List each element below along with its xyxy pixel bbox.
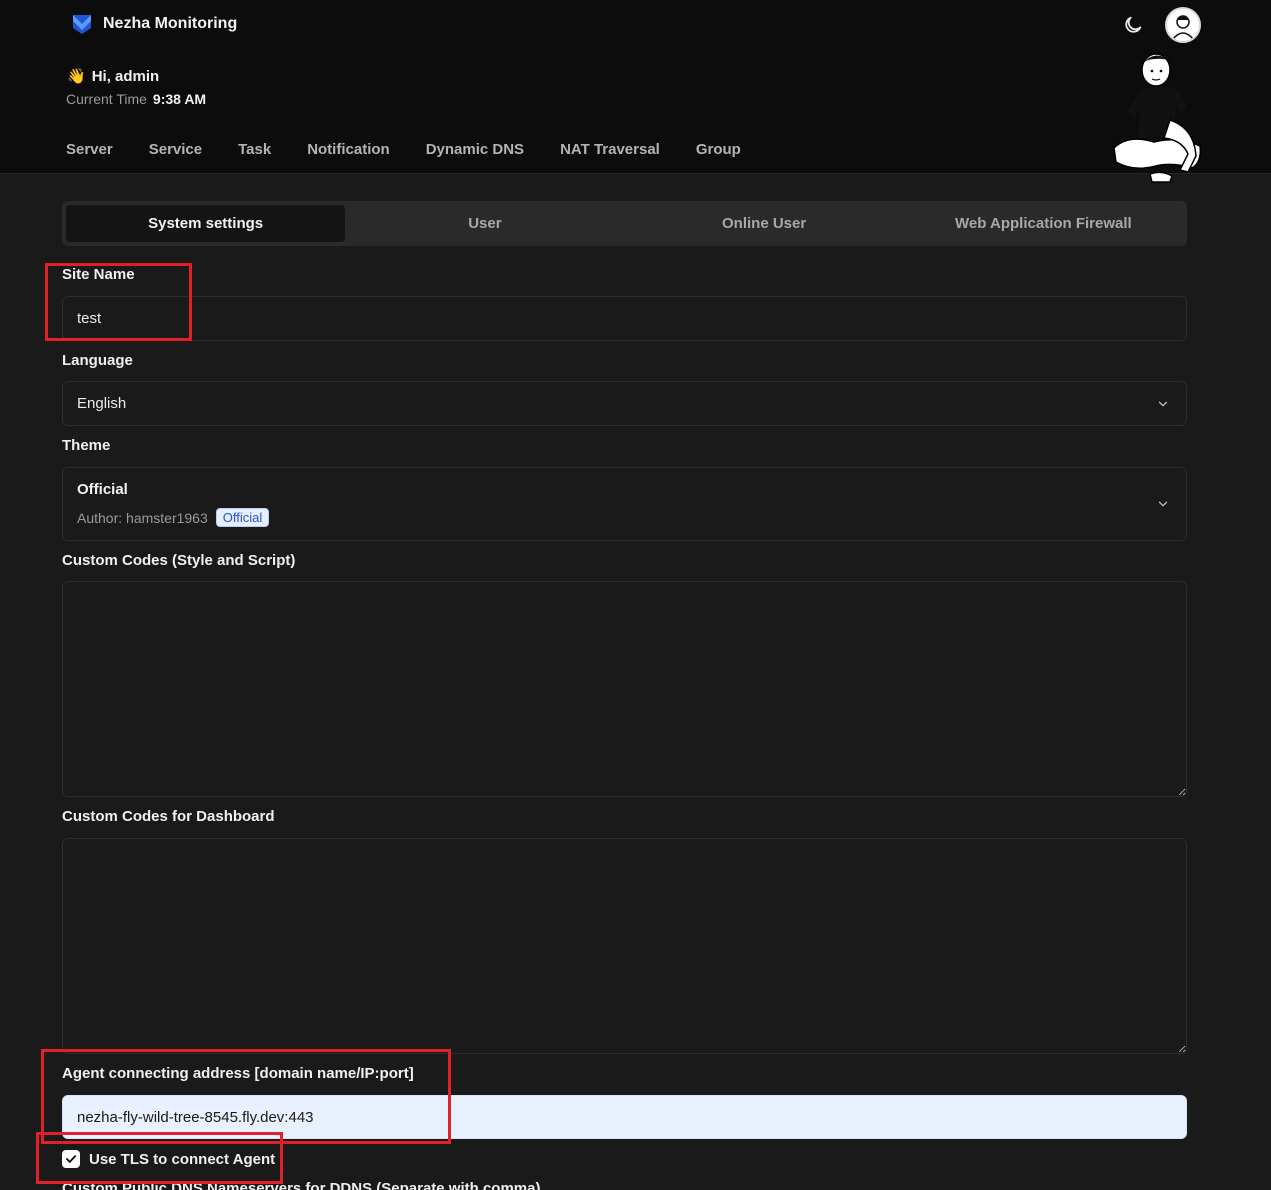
- nav-nat-traversal[interactable]: NAT Traversal: [560, 141, 660, 158]
- tls-checkbox[interactable]: [62, 1150, 80, 1168]
- brand-name: Nezha Monitoring: [103, 15, 238, 32]
- nav-service[interactable]: Service: [149, 141, 202, 158]
- greeting-text: Hi, admin: [91, 67, 160, 85]
- site-name-input[interactable]: test: [62, 296, 1187, 341]
- nav-dynamic-dns[interactable]: Dynamic DNS: [426, 141, 524, 158]
- dashboard-codes-textarea[interactable]: [62, 838, 1187, 1054]
- chevron-down-icon: [1158, 501, 1168, 507]
- time-label: Current Time: [66, 91, 147, 107]
- theme-select[interactable]: Official Author: hamster1963 Official: [62, 467, 1187, 541]
- agent-address-input[interactable]: nezha-fly-wild-tree-8545.fly.dev:443: [62, 1095, 1187, 1139]
- nav-task[interactable]: Task: [238, 141, 271, 158]
- theme-label: Theme: [62, 437, 111, 454]
- nav-notification[interactable]: Notification: [307, 141, 390, 158]
- greeting: 👋 Hi, admin: [67, 67, 160, 86]
- main-nav: Server Service Task Notification Dynamic…: [66, 141, 741, 158]
- language-select[interactable]: English: [62, 381, 1187, 426]
- tab-online-user[interactable]: Online User: [625, 205, 904, 242]
- agent-address-value: nezha-fly-wild-tree-8545.fly.dev:443: [77, 1108, 314, 1126]
- custom-codes-label: Custom Codes (Style and Script): [62, 552, 296, 569]
- theme-author-row: Author: hamster1963 Official: [77, 508, 270, 527]
- dashboard-codes-label: Custom Codes for Dashboard: [62, 808, 275, 825]
- tab-system-settings[interactable]: System settings: [66, 205, 346, 242]
- theme-name: Official: [77, 481, 128, 498]
- tls-option[interactable]: Use TLS to connect Agent: [62, 1150, 275, 1168]
- custom-codes-textarea[interactable]: [62, 581, 1187, 797]
- top-header: Nezha Monitoring 👋 Hi, admin Current Tim…: [0, 0, 1271, 183]
- chevron-down-icon: [1158, 401, 1168, 406]
- time-value: 9:38 AM: [152, 91, 207, 107]
- nav-group[interactable]: Group: [696, 141, 741, 158]
- official-badge: Official: [215, 508, 270, 527]
- settings-tabs: System settings User Online User Web App…: [62, 201, 1187, 246]
- person-sitting-illustration: [1113, 53, 1202, 183]
- user-avatar[interactable]: [1165, 7, 1201, 43]
- theme-author: Author: hamster1963: [77, 509, 208, 526]
- language-label: Language: [62, 352, 133, 369]
- site-name-label: Site Name: [62, 266, 135, 283]
- nav-server[interactable]: Server: [66, 141, 113, 158]
- language-value: English: [77, 395, 127, 412]
- current-time: Current Time 9:38 AM: [66, 91, 206, 107]
- moon-icon[interactable]: [1122, 14, 1144, 36]
- tab-user[interactable]: User: [345, 205, 624, 242]
- dns-nameservers-label: Custom Public DNS Nameservers for DDNS (…: [62, 1180, 541, 1190]
- wave-icon: 👋: [67, 68, 86, 85]
- site-name-value: test: [77, 310, 102, 327]
- avatar-person-icon: [1172, 15, 1194, 40]
- tls-label: Use TLS to connect Agent: [89, 1150, 276, 1168]
- nezha-logo-icon: [73, 15, 91, 34]
- tab-web-application-firewall[interactable]: Web Application Firewall: [904, 205, 1183, 242]
- check-icon: [65, 1155, 77, 1163]
- agent-address-label: Agent connecting address [domain name/IP…: [62, 1065, 414, 1082]
- brand[interactable]: Nezha Monitoring: [70, 12, 237, 36]
